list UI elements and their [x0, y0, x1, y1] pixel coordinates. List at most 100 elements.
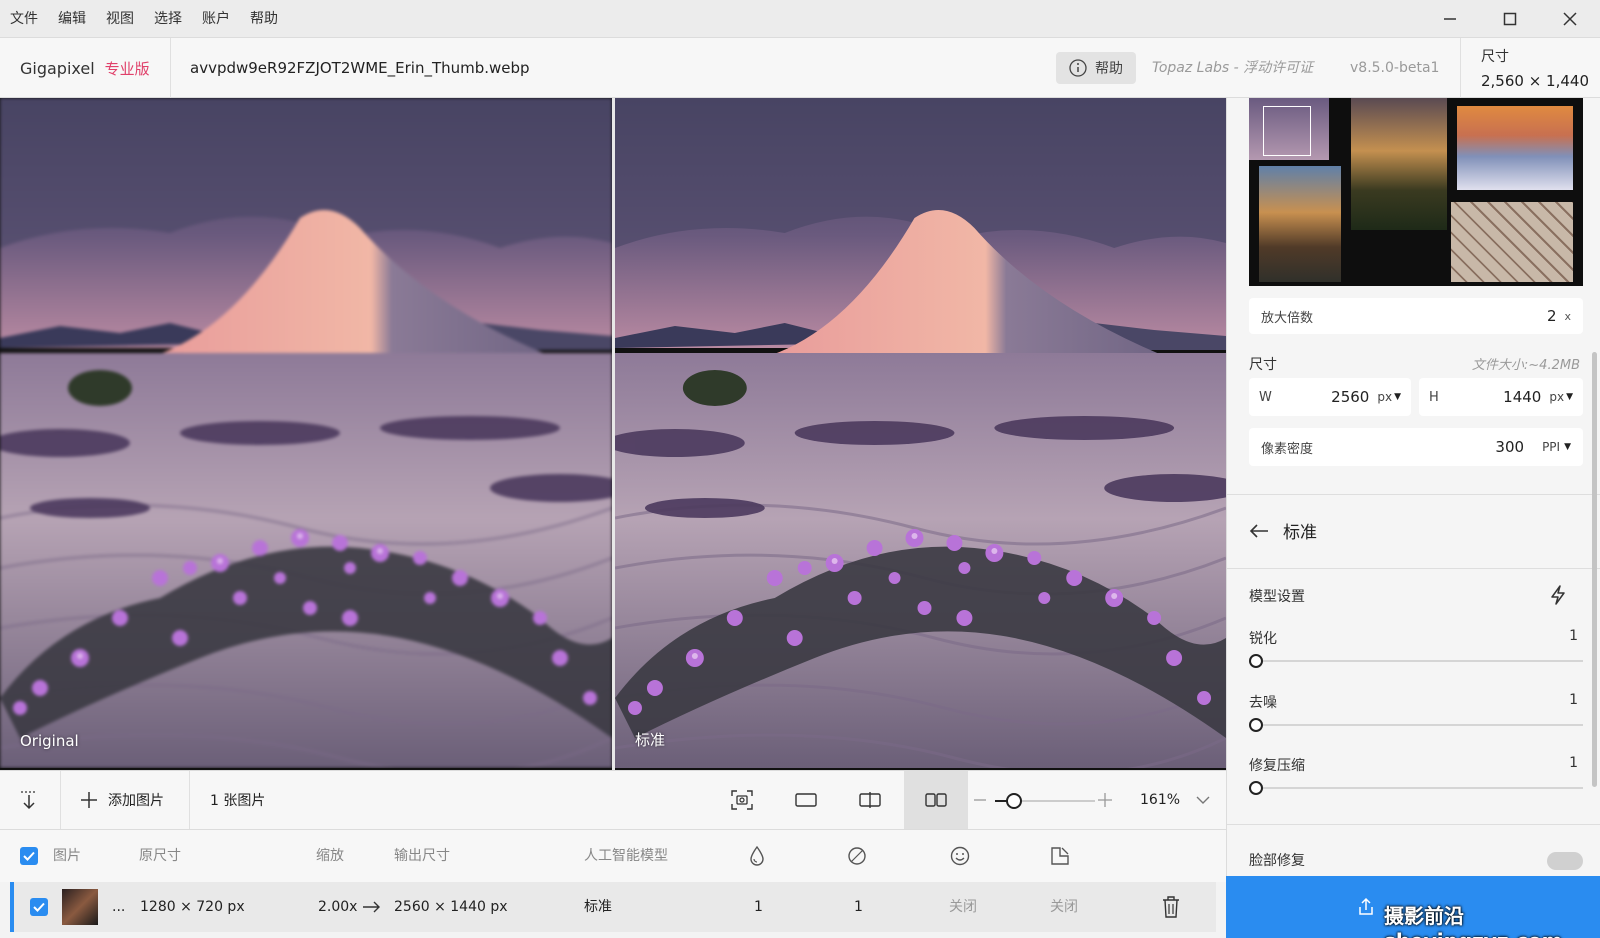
zoom-slider-knob[interactable]: [1006, 793, 1022, 809]
navigator-thumbnails[interactable]: [1249, 98, 1583, 286]
scale-field[interactable]: 放大倍数 2 x: [1249, 298, 1583, 334]
row-checkbox[interactable]: [30, 898, 48, 916]
zoom-dropdown[interactable]: [1196, 771, 1210, 829]
close-icon: [1563, 12, 1577, 26]
preview-area[interactable]: Original 标准: [0, 98, 1226, 770]
col-original-size: 原尺寸: [139, 848, 181, 864]
brand-name: Gigapixel: [20, 58, 95, 78]
sidebar-scrollbar[interactable]: [1592, 352, 1597, 787]
color-fix-icon: [1051, 847, 1069, 865]
plus-icon: [81, 792, 97, 808]
zoom-level[interactable]: 161%: [1140, 771, 1180, 829]
thumbnail-4[interactable]: [1259, 166, 1341, 282]
image-count: 1 张图片: [210, 793, 266, 809]
add-image-button[interactable]: 添加图片: [80, 771, 164, 829]
height-field[interactable]: H 1440 px ▼: [1419, 378, 1583, 416]
minimize-button[interactable]: [1420, 0, 1480, 38]
license-text: Topaz Labs - 浮动许可证: [1152, 60, 1314, 76]
width-field[interactable]: W 2560 px ▼: [1249, 378, 1411, 416]
toolbar-sep-2: [189, 771, 190, 829]
scale-label: 放大倍数: [1261, 310, 1314, 326]
zoom-slider[interactable]: [995, 793, 1095, 809]
menu-help[interactable]: 帮助: [240, 2, 288, 36]
zoom-out-button[interactable]: [974, 771, 986, 829]
section-divider: [1227, 494, 1600, 495]
ppi-field[interactable]: 像素密度 300 PPI ▼: [1249, 428, 1583, 466]
thumbnail-1[interactable]: [1249, 98, 1329, 160]
menu-account[interactable]: 账户: [192, 2, 240, 36]
title-divider: [170, 38, 171, 98]
row-ellipsis[interactable]: ...: [112, 882, 125, 932]
width-value[interactable]: 2560: [1299, 388, 1377, 406]
thumbnail-2[interactable]: [1351, 98, 1447, 230]
col-scale: 缩放: [316, 848, 344, 864]
screenshot-button[interactable]: [710, 771, 774, 829]
height-value[interactable]: 1440: [1469, 388, 1549, 406]
sharpen-slider-knob[interactable]: [1249, 654, 1263, 668]
row-thumbnail: [62, 889, 98, 925]
scale-value[interactable]: 2: [1547, 307, 1557, 325]
original-pane[interactable]: Original: [0, 98, 612, 768]
close-button[interactable]: [1540, 0, 1600, 38]
denoise-slider-knob[interactable]: [1249, 718, 1263, 732]
side-by-side-button[interactable]: [904, 771, 968, 829]
dimensions-label: 尺寸: [1249, 357, 1277, 373]
output-size-info: 尺寸 2,560 × 1,440: [1460, 38, 1600, 98]
height-unit-chevron-icon[interactable]: ▼: [1566, 392, 1573, 402]
row-scale: 2.00x: [318, 899, 358, 915]
face-recovery-toggle[interactable]: [1547, 852, 1583, 870]
ppi-value[interactable]: 300: [1495, 438, 1542, 456]
col-ai-model: 人工智能模型: [584, 848, 668, 864]
minimize-icon: [1444, 18, 1456, 20]
split-view-button[interactable]: [838, 771, 902, 829]
maximize-button[interactable]: [1480, 0, 1540, 38]
menu-select[interactable]: 选择: [144, 2, 192, 36]
fix-compression-slider[interactable]: [1249, 781, 1583, 795]
row-face: 关闭: [949, 899, 977, 915]
row-output-size: 2560 × 1440 px: [394, 899, 508, 915]
auto-lightning-icon[interactable]: [1547, 584, 1569, 606]
file-size: 文件大小:~4.2MB: [1471, 358, 1580, 373]
denoise-value: 1: [1569, 692, 1578, 708]
ppi-unit[interactable]: PPI: [1542, 440, 1560, 454]
toolbar-sep-1: [60, 771, 61, 829]
zoom-in-button[interactable]: [1098, 771, 1112, 829]
check-icon: [23, 851, 35, 861]
menu-edit[interactable]: 编辑: [48, 2, 96, 36]
select-all-checkbox[interactable]: [20, 847, 38, 865]
help-button[interactable]: 帮助: [1056, 52, 1136, 84]
width-unit[interactable]: px: [1377, 390, 1392, 404]
enhanced-pane[interactable]: 标准: [615, 98, 1226, 768]
help-label: 帮助: [1095, 61, 1123, 77]
watermark: 摄影前沿 sheyingzyz.com: [1384, 904, 1563, 938]
thumbnail-3[interactable]: [1457, 106, 1573, 190]
width-label: W: [1259, 389, 1272, 405]
minus-icon: [974, 799, 986, 801]
thumbnail-5[interactable]: [1451, 202, 1573, 282]
edition-badge: 专业版: [104, 59, 150, 78]
enhanced-image: [615, 98, 1226, 768]
image-table-header: 图片 原尺寸 缩放 输出尺寸 人工智能模型: [0, 830, 1226, 882]
face-recovery-label: 脸部修复: [1249, 853, 1305, 869]
ppi-chevron-icon[interactable]: ▼: [1564, 442, 1571, 452]
bottom-toolbar: 添加图片 1 张图片 161%: [0, 770, 1226, 830]
single-view-button[interactable]: [774, 771, 838, 829]
fix-compression-value: 1: [1569, 755, 1578, 771]
viewport-rect[interactable]: [1263, 106, 1311, 156]
scale-unit: x: [1564, 309, 1571, 323]
fix-compression-slider-knob[interactable]: [1249, 781, 1263, 795]
trash-icon[interactable]: [1162, 896, 1180, 918]
back-arrow-icon[interactable]: [1249, 523, 1269, 539]
table-row[interactable]: ... 1280 × 720 px 2.00x 2560 × 1440 px 标…: [10, 882, 1216, 932]
denoise-label: 去噪: [1249, 695, 1277, 711]
denoise-slider[interactable]: [1249, 718, 1583, 732]
collapse-button[interactable]: [18, 771, 40, 829]
model-header[interactable]: 标准: [1249, 518, 1317, 543]
sharpen-slider[interactable]: [1249, 654, 1583, 668]
height-unit[interactable]: px: [1549, 390, 1564, 404]
menu-file[interactable]: 文件: [0, 2, 48, 36]
col-output-size: 输出尺寸: [394, 848, 450, 864]
fix-compression-label: 修复压缩: [1249, 758, 1305, 774]
menu-view[interactable]: 视图: [96, 2, 144, 36]
width-unit-chevron-icon[interactable]: ▼: [1394, 392, 1401, 402]
